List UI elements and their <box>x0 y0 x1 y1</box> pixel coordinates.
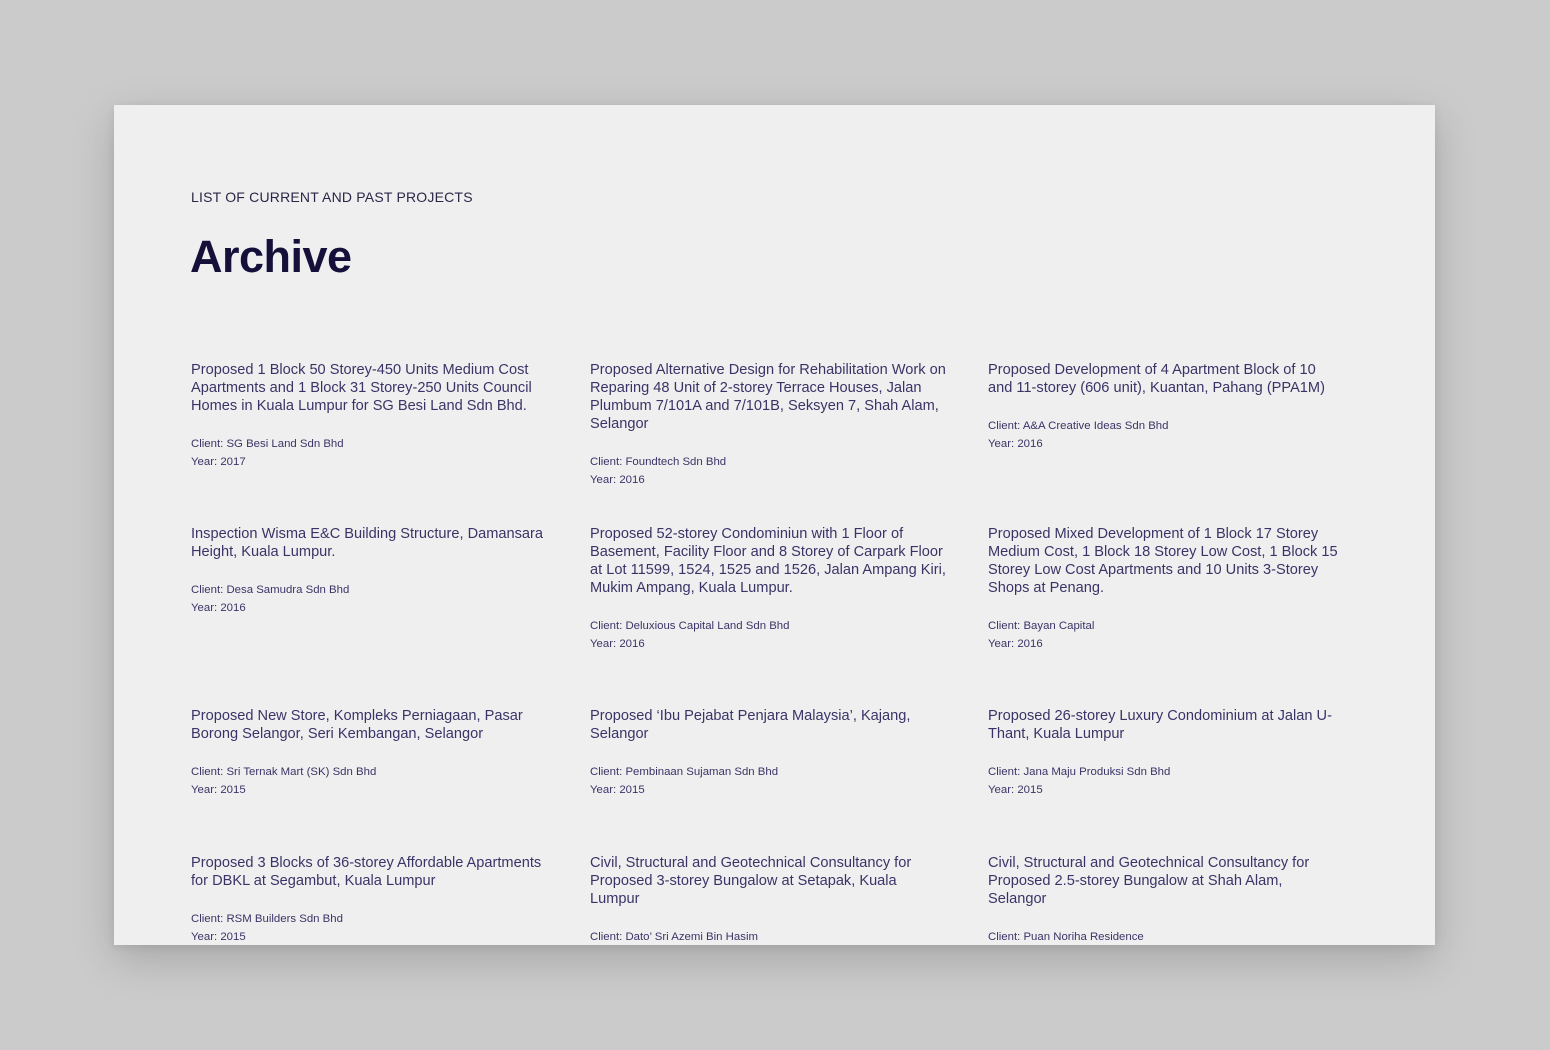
project-year: Year: 2015 <box>988 784 1043 796</box>
project-year: Year: 2016 <box>191 602 246 614</box>
project-client: Client: A&A Creative Ideas Sdn Bhd <box>988 420 1169 432</box>
project-item: Civil, Structural and Geotechnical Consu… <box>988 854 1344 945</box>
project-item: Proposed New Store, Kompleks Perniagaan,… <box>191 707 547 799</box>
project-item: Proposed Mixed Development of 1 Block 17… <box>988 525 1344 653</box>
project-item: Proposed 3 Blocks of 36-storey Affordabl… <box>191 854 547 945</box>
project-item: Proposed Alternative Design for Rehabili… <box>590 361 946 489</box>
project-title[interactable]: Proposed Development of 4 Apartment Bloc… <box>988 361 1344 397</box>
project-item: Proposed 26-storey Luxury Condominium at… <box>988 707 1344 799</box>
project-title[interactable]: Proposed Alternative Design for Rehabili… <box>590 361 946 433</box>
project-title[interactable]: Proposed 1 Block 50 Storey-450 Units Med… <box>191 361 547 415</box>
project-title[interactable]: Inspection Wisma E&C Building Structure,… <box>191 525 547 561</box>
project-item: Proposed ‘Ibu Pejabat Penjara Malaysia’,… <box>590 707 946 799</box>
project-year: Year: 2015 <box>590 784 645 796</box>
section-eyebrow: LIST OF CURRENT AND PAST PROJECTS <box>191 189 473 205</box>
project-year: Year: 2016 <box>988 438 1043 450</box>
project-item: Proposed Development of 4 Apartment Bloc… <box>988 361 1344 453</box>
project-client: Client: Desa Samudra Sdn Bhd <box>191 584 350 596</box>
project-title[interactable]: Proposed ‘Ibu Pejabat Penjara Malaysia’,… <box>590 707 946 743</box>
project-title[interactable]: Proposed Mixed Development of 1 Block 17… <box>988 525 1344 597</box>
project-item: Proposed 1 Block 50 Storey-450 Units Med… <box>191 361 547 471</box>
project-title[interactable]: Civil, Structural and Geotechnical Consu… <box>590 854 946 908</box>
project-client: Client: Pembinaan Sujaman Sdn Bhd <box>590 766 779 778</box>
project-year: Year: 2015 <box>191 931 246 943</box>
project-item: Civil, Structural and Geotechnical Consu… <box>590 854 946 945</box>
project-title[interactable]: Proposed 26-storey Luxury Condominium at… <box>988 707 1344 743</box>
project-year: Year: 2016 <box>988 638 1043 650</box>
project-year: Year: 2017 <box>191 456 246 468</box>
project-client: Client: RSM Builders Sdn Bhd <box>191 913 343 925</box>
project-title[interactable]: Proposed 3 Blocks of 36-storey Affordabl… <box>191 854 547 890</box>
project-client: Client: Sri Ternak Mart (SK) Sdn Bhd <box>191 766 377 778</box>
project-client: Client: SG Besi Land Sdn Bhd <box>191 438 344 450</box>
archive-panel: LIST OF CURRENT AND PAST PROJECTS Archiv… <box>114 105 1435 945</box>
project-title[interactable]: Proposed 52-storey Condominiun with 1 Fl… <box>590 525 946 597</box>
page-title: Archive <box>190 231 352 282</box>
project-item: Inspection Wisma E&C Building Structure,… <box>191 525 547 617</box>
project-client: Client: Deluxious Capital Land Sdn Bhd <box>590 620 790 632</box>
project-client: Client: Bayan Capital <box>988 620 1095 632</box>
project-year: Year: 2015 <box>191 784 246 796</box>
project-title[interactable]: Civil, Structural and Geotechnical Consu… <box>988 854 1344 908</box>
project-client: Client: Jana Maju Produksi Sdn Bhd <box>988 766 1171 778</box>
project-client: Client: Dato’ Sri Azemi Bin Hasim <box>590 931 758 943</box>
project-client: Client: Puan Noriha Residence <box>988 931 1144 943</box>
project-year: Year: 2016 <box>590 474 645 486</box>
project-title[interactable]: Proposed New Store, Kompleks Perniagaan,… <box>191 707 547 743</box>
project-year: Year: 2016 <box>590 638 645 650</box>
project-client: Client: Foundtech Sdn Bhd <box>590 456 727 468</box>
project-item: Proposed 52-storey Condominiun with 1 Fl… <box>590 525 946 653</box>
